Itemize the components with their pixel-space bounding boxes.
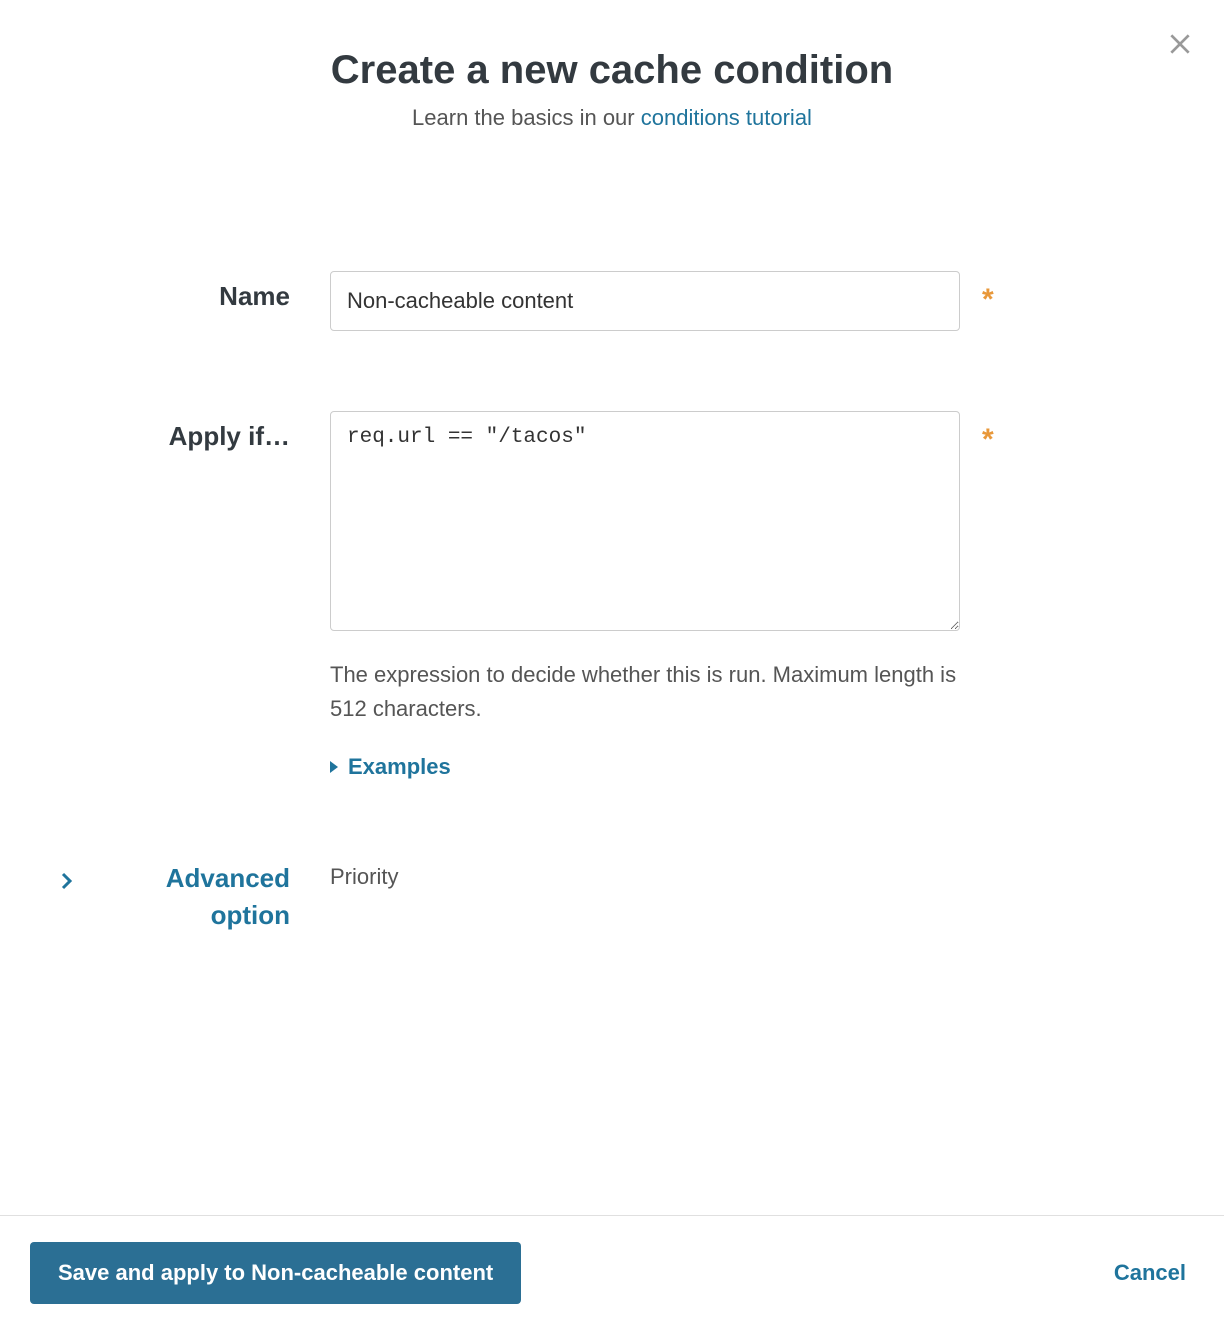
advanced-option-label: Advanced option bbox=[82, 860, 290, 933]
dialog-footer: Save and apply to Non-cacheable content … bbox=[0, 1215, 1224, 1330]
priority-label: Priority bbox=[330, 860, 398, 890]
examples-label: Examples bbox=[348, 754, 451, 780]
triangle-right-icon bbox=[330, 761, 338, 773]
advanced-row: Advanced option Priority bbox=[60, 860, 1164, 933]
form-area: Name * Apply if… * The expression to dec… bbox=[0, 171, 1224, 973]
conditions-tutorial-link[interactable]: conditions tutorial bbox=[641, 105, 812, 130]
cancel-button[interactable]: Cancel bbox=[1114, 1260, 1194, 1286]
subtitle-prefix: Learn the basics in our bbox=[412, 105, 641, 130]
apply-if-textarea[interactable] bbox=[330, 411, 960, 631]
apply-if-label: Apply if… bbox=[169, 421, 290, 451]
apply-if-input-col: * The expression to decide whether this … bbox=[330, 411, 1164, 780]
dialog-subtitle: Learn the basics in our conditions tutor… bbox=[0, 105, 1224, 131]
apply-if-row: Apply if… * The expression to decide whe… bbox=[60, 411, 1164, 780]
required-icon: * bbox=[982, 423, 994, 457]
name-input[interactable] bbox=[330, 271, 960, 331]
name-row: Name * bbox=[60, 271, 1164, 331]
advanced-label-col: Advanced option bbox=[60, 860, 330, 933]
advanced-option-toggle[interactable]: Advanced option bbox=[60, 860, 290, 933]
close-icon bbox=[1167, 31, 1193, 57]
apply-if-label-col: Apply if… bbox=[60, 411, 330, 452]
dialog-title: Create a new cache condition bbox=[0, 48, 1224, 93]
apply-if-help-text: The expression to decide whether this is… bbox=[330, 658, 960, 726]
name-input-col: * bbox=[330, 271, 1164, 331]
dialog-header: Create a new cache condition Learn the b… bbox=[0, 0, 1224, 171]
required-icon: * bbox=[982, 283, 994, 317]
close-button[interactable] bbox=[1166, 30, 1194, 58]
examples-toggle[interactable]: Examples bbox=[330, 754, 451, 780]
chevron-right-icon bbox=[60, 866, 74, 897]
name-label: Name bbox=[219, 281, 290, 311]
save-button[interactable]: Save and apply to Non-cacheable content bbox=[30, 1242, 521, 1304]
name-label-col: Name bbox=[60, 271, 330, 312]
